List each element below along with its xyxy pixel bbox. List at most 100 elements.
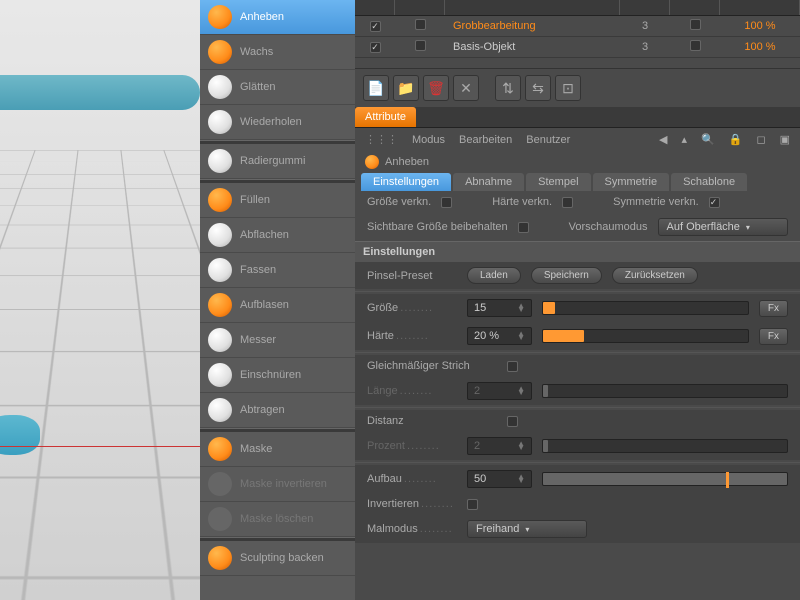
tool-einschnueren[interactable]: Einschnüren bbox=[200, 358, 355, 393]
attr-menubar: ⋮⋮⋮ Modus Bearbeiten Benutzer ◀ ▴ 🔍 🔒 ◻ … bbox=[355, 128, 800, 151]
subtab-einstellungen[interactable]: Einstellungen bbox=[361, 173, 451, 191]
slider-laenge bbox=[542, 384, 788, 398]
layer-checkbox[interactable] bbox=[690, 19, 701, 30]
tool-abflachen[interactable]: Abflachen bbox=[200, 218, 355, 253]
label-sichtbare-groesse: Sichtbare Größe beibehalten bbox=[367, 221, 508, 233]
lock-icon[interactable]: 🔒 bbox=[729, 133, 743, 146]
checkbox-groesse-verkn[interactable] bbox=[441, 197, 452, 208]
layer-row[interactable]: Basis-Objekt 3 100 % bbox=[355, 37, 800, 58]
expand-icon[interactable]: ▣ bbox=[780, 133, 790, 146]
menu-bearbeiten[interactable]: Bearbeiten bbox=[459, 134, 512, 146]
tool-icon bbox=[365, 155, 379, 169]
nav-up-icon[interactable]: ▴ bbox=[682, 133, 688, 146]
sphere-icon bbox=[208, 363, 232, 387]
label-symmetrie-verkn: Symmetrie verkn. bbox=[613, 196, 699, 208]
layer-action-4[interactable]: ⊡ bbox=[555, 75, 581, 101]
layer-action-2[interactable]: ⇅ bbox=[495, 75, 521, 101]
visibility-checkbox[interactable] bbox=[370, 21, 381, 32]
delete-button[interactable]: 🗑 bbox=[423, 75, 449, 101]
input-aufbau[interactable]: 50▲▼ bbox=[467, 470, 532, 488]
label-aufbau: Aufbau bbox=[367, 473, 457, 485]
dropdown-malmodus[interactable]: Freihand bbox=[467, 520, 587, 538]
tool-radiergummi[interactable]: Radiergummi bbox=[200, 144, 355, 179]
tool-maske[interactable]: Maske bbox=[200, 432, 355, 467]
sphere-icon bbox=[208, 328, 232, 352]
tool-fassen[interactable]: Fassen bbox=[200, 253, 355, 288]
subtab-stempel[interactable]: Stempel bbox=[526, 173, 590, 191]
slider-haerte[interactable] bbox=[542, 329, 749, 343]
sphere-icon bbox=[208, 110, 232, 134]
lock-checkbox[interactable] bbox=[415, 40, 426, 51]
tool-label: Abtragen bbox=[240, 404, 285, 416]
checkbox-haerte-verkn[interactable] bbox=[562, 197, 573, 208]
checkbox-invertieren[interactable] bbox=[467, 499, 478, 510]
search-icon[interactable]: 🔍 bbox=[701, 133, 715, 146]
layer-action-3[interactable]: ⇆ bbox=[525, 75, 551, 101]
right-panel: Grobbearbeitung 3 100 % Basis-Objekt 3 1… bbox=[355, 0, 800, 600]
tool-anheben[interactable]: Anheben bbox=[200, 0, 355, 35]
tool-wiederholen[interactable]: Wiederholen bbox=[200, 105, 355, 140]
pin-icon[interactable]: ◻ bbox=[756, 133, 765, 146]
layer-strength: 100 % bbox=[720, 41, 800, 53]
label-groesse-verkn: Größe verkn. bbox=[367, 196, 431, 208]
checkbox-distanz[interactable] bbox=[507, 416, 518, 427]
strich-row: Gleichmäßiger Strich bbox=[355, 355, 800, 377]
layer-checkbox[interactable] bbox=[690, 40, 701, 51]
attr-subtabs: Einstellungen Abnahme Stempel Symmetrie … bbox=[355, 173, 800, 191]
delete-icon bbox=[208, 507, 232, 531]
link-row: Größe verkn. Härte verkn. Symmetrie verk… bbox=[355, 191, 800, 213]
tool-sculpting-backen[interactable]: Sculpting backen bbox=[200, 541, 355, 576]
slider-groesse[interactable] bbox=[542, 301, 749, 315]
mesh-object-1 bbox=[0, 75, 200, 110]
tool-maske-loeschen[interactable]: Maske löschen bbox=[200, 502, 355, 537]
tool-messer[interactable]: Messer bbox=[200, 323, 355, 358]
label-vorschaumodus: Vorschaumodus bbox=[569, 221, 648, 233]
sphere-icon bbox=[208, 398, 232, 422]
fx-haerte[interactable]: Fx bbox=[759, 328, 788, 345]
checkbox-symmetrie-verkn[interactable] bbox=[709, 197, 720, 208]
layer-level: 3 bbox=[620, 41, 670, 53]
add-folder-button[interactable]: 📁 bbox=[393, 75, 419, 101]
slider-prozent bbox=[542, 439, 788, 453]
button-laden[interactable]: Laden bbox=[467, 267, 521, 284]
tool-aufblasen[interactable]: Aufblasen bbox=[200, 288, 355, 323]
nav-back-icon[interactable]: ◀ bbox=[659, 133, 667, 146]
tool-glaetten[interactable]: Glätten bbox=[200, 70, 355, 105]
checkbox-sichtbare-groesse[interactable] bbox=[518, 222, 529, 233]
viewport[interactable] bbox=[0, 0, 200, 600]
tab-attribute[interactable]: Attribute bbox=[355, 107, 416, 127]
layer-row[interactable]: Grobbearbeitung 3 100 % bbox=[355, 16, 800, 37]
layer-level: 3 bbox=[620, 20, 670, 32]
input-haerte[interactable]: 20 %▲▼ bbox=[467, 327, 532, 345]
sphere-icon bbox=[208, 293, 232, 317]
slider-aufbau[interactable] bbox=[542, 472, 788, 486]
tool-label: Aufblasen bbox=[240, 299, 289, 311]
subtab-abnahme[interactable]: Abnahme bbox=[453, 173, 524, 191]
attr-title-text: Anheben bbox=[385, 156, 429, 168]
label-groesse: Größe bbox=[367, 302, 457, 314]
checkbox-strich[interactable] bbox=[507, 361, 518, 372]
lock-checkbox[interactable] bbox=[415, 19, 426, 30]
label-distanz: Distanz bbox=[367, 415, 497, 427]
input-groesse[interactable]: 15▲▼ bbox=[467, 299, 532, 317]
visibility-checkbox[interactable] bbox=[370, 42, 381, 53]
subtab-schablone[interactable]: Schablone bbox=[671, 173, 747, 191]
button-zuruecksetzen[interactable]: Zurücksetzen bbox=[612, 267, 698, 284]
tool-fuellen[interactable]: Füllen bbox=[200, 183, 355, 218]
tool-wachs[interactable]: Wachs bbox=[200, 35, 355, 70]
menu-modus[interactable]: Modus bbox=[412, 134, 445, 146]
button-speichern[interactable]: Speichern bbox=[531, 267, 602, 284]
layer-action-1[interactable]: ✕ bbox=[453, 75, 479, 101]
groesse-row: Größe 15▲▼ Fx bbox=[355, 294, 800, 322]
dropdown-vorschaumodus[interactable]: Auf Oberfläche bbox=[658, 218, 788, 236]
menu-benutzer[interactable]: Benutzer bbox=[526, 134, 570, 146]
fx-groesse[interactable]: Fx bbox=[759, 300, 788, 317]
tool-label: Messer bbox=[240, 334, 276, 346]
tool-abtragen[interactable]: Abtragen bbox=[200, 393, 355, 428]
tool-label: Maske invertieren bbox=[240, 478, 327, 490]
add-layer-button[interactable]: 📄 bbox=[363, 75, 389, 101]
tool-label: Abflachen bbox=[240, 229, 289, 241]
tool-maske-invertieren[interactable]: Maske invertieren bbox=[200, 467, 355, 502]
subtab-symmetrie[interactable]: Symmetrie bbox=[593, 173, 670, 191]
panel-tabs: Attribute bbox=[355, 107, 800, 128]
